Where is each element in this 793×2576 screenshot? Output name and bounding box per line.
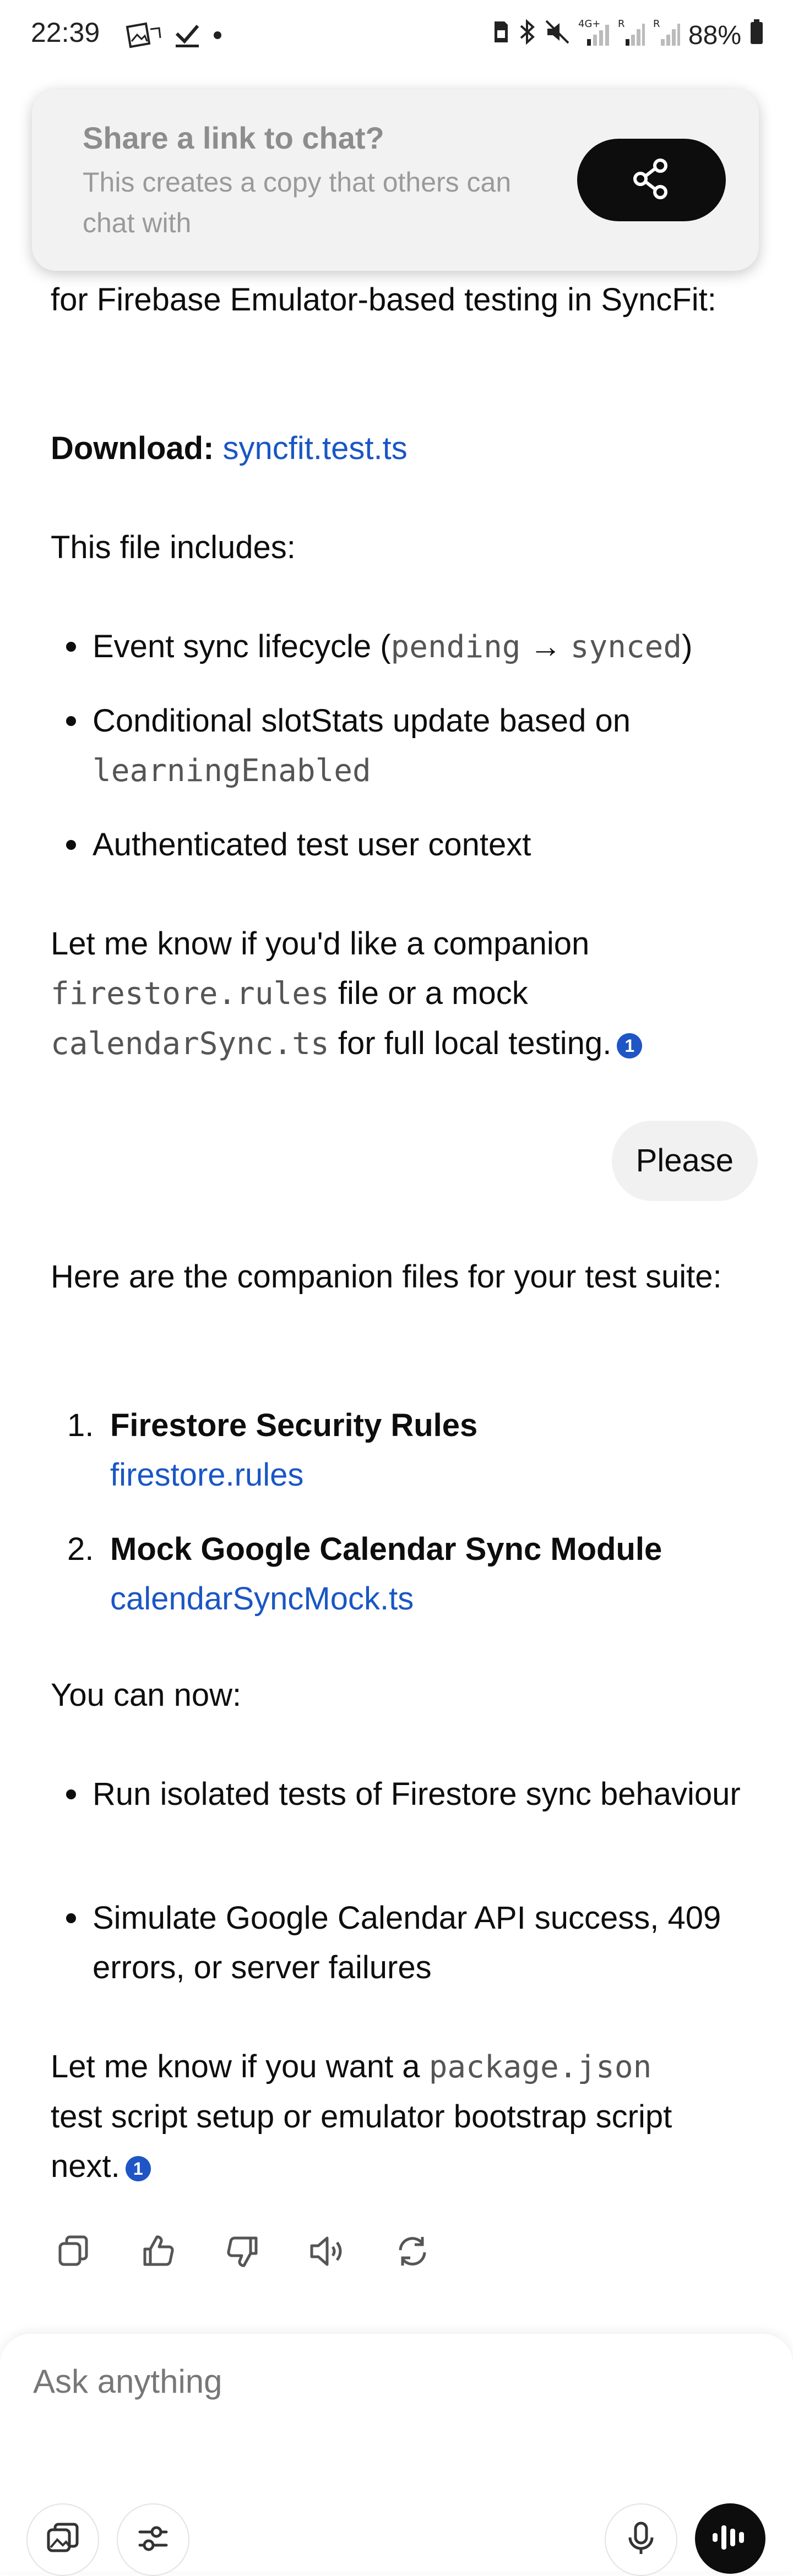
citation-badge[interactable]: 1 (125, 2155, 151, 2181)
battery-icon (749, 18, 764, 52)
can-now-heading: You can now: (51, 1677, 242, 1713)
signal-r2-icon: R (653, 17, 681, 53)
share-icon (629, 157, 673, 204)
signal-r-icon: R (618, 17, 645, 53)
bullet-dot (66, 716, 76, 726)
copy-icon[interactable] (51, 2229, 96, 2274)
file-link-firestore-rules[interactable]: firestore.rules (110, 1457, 303, 1493)
includes-heading: This file includes: (51, 530, 296, 565)
list-item-text: Conditional slotStats update based on (93, 703, 631, 739)
net-r2-label: R (653, 18, 660, 30)
regenerate-icon[interactable] (390, 2229, 435, 2274)
microphone-button[interactable] (605, 2503, 677, 2576)
list-item-suffix: ) (682, 629, 693, 664)
checkmark-icon (175, 21, 200, 52)
message-input[interactable]: Ask anything (33, 2362, 222, 2400)
bullet-dot (66, 642, 76, 652)
mute-icon (544, 19, 571, 52)
final-prefix: Let me know if you want a (51, 2049, 420, 2084)
bluetooth-icon (518, 18, 536, 52)
bullet-dot (66, 840, 76, 850)
followup-suffix: for full local testing. (329, 1025, 612, 1061)
code-firestore-rules: firestore.rules (51, 976, 329, 1012)
tools-button[interactable] (117, 2503, 189, 2576)
battery-percent: 88% (688, 20, 741, 50)
composer: Ask anything (0, 2334, 793, 2576)
code-calendar-sync: calendarSync.ts (51, 1026, 329, 1062)
download-label: Download: (51, 430, 214, 466)
message-actions (51, 2226, 435, 2276)
list-item-text: Simulate Google Calendar API success, 40… (93, 1900, 721, 1985)
code-package-json: package.json (428, 2049, 652, 2085)
bullet-dot (66, 1913, 76, 1923)
status-bar: 22:39 4G+ R R 88% (0, 0, 793, 77)
thumbs-down-icon[interactable] (220, 2229, 265, 2274)
status-left-icons (124, 21, 223, 52)
followup-middle: file or a mock (329, 975, 528, 1011)
status-time: 22:39 (31, 17, 100, 48)
list-item-text: Run isolated tests of Firestore sync beh… (93, 1776, 741, 1812)
signal-4g-icon: 4G+ (578, 17, 610, 53)
gallery-sync-icon (124, 21, 162, 52)
file-title: Firestore Security Rules (110, 1407, 478, 1443)
companion-heading: Here are the companion files for your te… (51, 1259, 722, 1295)
attach-image-button[interactable] (26, 2503, 99, 2576)
assistant-followup: Let me know if you'd like a companion fir… (51, 919, 745, 1069)
share-link-prompt: Share a link to chat? This creates a cop… (32, 89, 759, 271)
user-message-bubble: Please (611, 1121, 758, 1201)
tools-icon (135, 2521, 171, 2559)
file-title: Mock Google Calendar Sync Module (110, 1531, 662, 1567)
share-button[interactable] (577, 139, 726, 221)
read-aloud-icon[interactable] (305, 2229, 350, 2274)
code-learning-enabled: learningEnabled (93, 753, 371, 789)
status-right: 4G+ R R 88% (492, 18, 764, 53)
download-link[interactable]: syncfit.test.ts (223, 430, 408, 466)
voice-mode-button[interactable] (695, 2503, 765, 2574)
list-number: 2. (67, 1531, 94, 1567)
share-prompt-title: Share a link to chat? (83, 121, 384, 155)
list-item-text: Event sync lifecycle ( (93, 629, 391, 664)
followup-prefix: Let me know if you'd like a companion (51, 926, 590, 962)
file-link-calendar-sync-mock[interactable]: calendarSyncMock.ts (110, 1581, 414, 1617)
bullet-dot (66, 1789, 76, 1799)
download-line: Download: syncfit.test.ts (51, 424, 745, 473)
list-number: 1. (67, 1407, 94, 1443)
microphone-icon (624, 2521, 658, 2559)
thumbs-up-icon[interactable] (135, 2229, 181, 2274)
voice-mode-icon (710, 2520, 750, 2558)
share-prompt-subtitle: This creates a copy that others can chat… (83, 167, 512, 238)
arrow-text: → (520, 629, 571, 664)
net-4g-label: 4G+ (578, 18, 600, 30)
citation-badge[interactable]: 1 (617, 1033, 643, 1058)
attach-image-icon (45, 2521, 80, 2559)
dot-icon (212, 30, 223, 43)
code-synced: synced (570, 629, 682, 665)
sim-icon (492, 19, 510, 51)
assistant-final: Let me know if you want a package.json te… (51, 2042, 745, 2191)
net-r-label: R (618, 18, 625, 30)
code-pending: pending (390, 629, 521, 665)
list-item-text: Authenticated test user context (93, 827, 531, 863)
assistant-text-intro: for Firebase Emulator-based testing in S… (51, 282, 716, 318)
